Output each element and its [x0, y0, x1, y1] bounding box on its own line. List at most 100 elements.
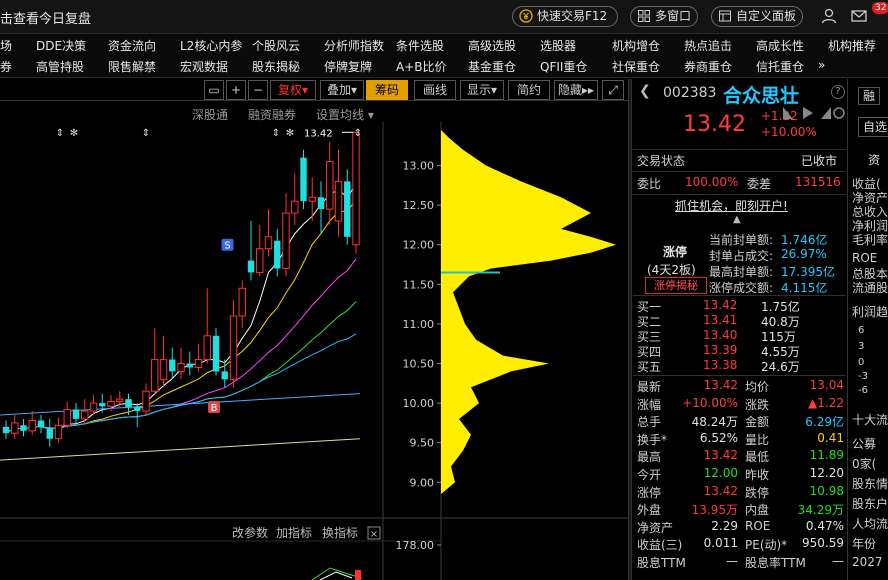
zoom-in-button[interactable]: +: [226, 80, 246, 100]
menu-item[interactable]: 热点追击: [684, 37, 732, 54]
candle-body: [20, 425, 27, 431]
arrow-tools-icon[interactable]: [781, 105, 845, 121]
stat-value: 13.42: [703, 378, 738, 392]
review-link[interactable]: 击查看今日复盘: [0, 8, 91, 27]
menu-item[interactable]: 选股器: [540, 37, 576, 54]
seal-label: 涨停成交额:: [709, 281, 774, 295]
panel-arrow-icon[interactable]: ❮: [639, 83, 651, 99]
event-marker-icon: ⇕: [272, 128, 280, 139]
stat-value: —: [726, 554, 738, 568]
user-icon[interactable]: [820, 7, 838, 25]
menu-item[interactable]: 券: [0, 58, 12, 75]
stats-row: 净资产 2.29 ROE 0.47%: [633, 518, 846, 536]
collapse-button[interactable]: ▭: [204, 80, 224, 100]
margin-tab[interactable]: 融: [858, 87, 880, 105]
volume-profile: [441, 129, 616, 495]
candle-body: [116, 398, 124, 403]
menu-item[interactable]: 高管持股: [36, 58, 84, 75]
menu-item[interactable]: 机构增仓: [612, 37, 660, 54]
candle-body: [326, 161, 334, 210]
stat-label: 股息TTM: [637, 556, 686, 570]
candle-body: [352, 131, 360, 246]
fundamentals-label: 股东情: [852, 477, 888, 491]
switch-indicator-button[interactable]: 换指标: [322, 525, 358, 540]
add-indicator-button[interactable]: 加指标: [276, 525, 312, 540]
set-ma-dropdown[interactable]: 设置均线 ▾: [316, 106, 374, 123]
menu-item[interactable]: DDE决策: [36, 37, 86, 54]
overlay-label: 叠加: [326, 83, 351, 97]
collapse-caret-icon[interactable]: ▲: [733, 214, 741, 225]
price-tick-label: 9.00: [410, 476, 435, 489]
menu-item[interactable]: L2核心内参: [180, 37, 242, 54]
menu-item[interactable]: 社保重仓: [612, 58, 660, 75]
seal-value: 26.97%: [781, 247, 827, 261]
draw-button[interactable]: 画线: [414, 80, 456, 100]
fundamentals-label: 股东户: [852, 497, 888, 511]
chip-distribution: [441, 129, 616, 495]
menu-item[interactable]: 基金重仓: [468, 58, 516, 75]
multi-window-button[interactable]: 多窗口: [630, 6, 698, 27]
candle-body: [169, 359, 176, 372]
mail-icon[interactable]: [850, 7, 868, 25]
menu-item[interactable]: 限售解禁: [108, 58, 156, 75]
menu-item[interactable]: 高成长性: [756, 37, 804, 54]
sh-sz-connect-link[interactable]: 深股通: [192, 106, 228, 123]
stock-name[interactable]: 合众思壮: [723, 81, 799, 108]
candle-body: [134, 407, 141, 412]
menu-item[interactable]: 高级选股: [468, 37, 516, 54]
expand-icon[interactable]: ⤢: [602, 80, 624, 100]
bid-price: 13.38: [703, 358, 738, 372]
custom-panel-button[interactable]: 自定义面板: [711, 6, 803, 27]
margin-link[interactable]: 融资融券: [248, 106, 296, 123]
candle-body: [238, 287, 246, 317]
weibi-label: 委比: [637, 177, 662, 191]
promo-link[interactable]: 抓住机会，即刻开户!: [675, 197, 788, 214]
display-dropdown[interactable]: 显示▾: [460, 80, 504, 100]
fundamentals-label: -3: [858, 371, 868, 382]
display-label: 显示: [466, 83, 491, 97]
brief-button[interactable]: 简约: [508, 80, 550, 100]
candle-body: [142, 390, 150, 412]
panel-divider[interactable]: [628, 79, 632, 580]
promo-row[interactable]: 抓住机会，即刻开户!: [633, 196, 846, 214]
event-marker-icon: ⇕: [56, 128, 64, 139]
candle-body: [72, 409, 80, 419]
menu-item[interactable]: 资金流向: [108, 37, 156, 54]
menu-item[interactable]: 机构推荐: [828, 37, 876, 54]
price-tick-label: 13.00: [403, 160, 435, 173]
stats-row: 换手* 6.52% 量比 0.41: [633, 430, 846, 448]
chips-button[interactable]: 筹码: [366, 80, 408, 100]
watchlist-select[interactable]: 自选: [858, 117, 888, 137]
bid-price: 13.40: [703, 328, 738, 342]
stat-label: 金额: [745, 415, 770, 430]
menu-item[interactable]: 个股风云: [252, 37, 300, 54]
menu-item[interactable]: 场: [0, 37, 12, 54]
fundamentals-label: 3: [858, 341, 865, 352]
seal-value: 4.115亿: [781, 281, 828, 295]
stats-row: 收益(三) 0.011 PE(动)* 950.59: [633, 535, 846, 553]
menu-item[interactable]: 条件选股: [396, 37, 444, 54]
menu-item[interactable]: 分析师指数: [324, 37, 384, 54]
kline-chart[interactable]: 9.00 9.50 10.00 10.50 11.00 11.50 12.00 12.50 13…: [0, 122, 628, 580]
menu-item[interactable]: 停牌复牌: [324, 58, 372, 75]
bid-row[interactable]: 买五 13.38 24.6万: [633, 357, 846, 375]
quick-trade-button[interactable]: 快速交易F12: [512, 6, 618, 27]
fund-tab[interactable]: 资: [868, 151, 880, 168]
hide-button[interactable]: 隐藏▸▸: [554, 80, 598, 100]
overlay-dropdown[interactable]: 叠加▾: [320, 80, 364, 100]
ma-line: [0, 438, 361, 461]
more-menu-button[interactable]: »: [818, 58, 825, 72]
change-params-button[interactable]: 改参数: [232, 525, 268, 540]
menu-item[interactable]: QFII重仓: [540, 58, 587, 75]
menu-item[interactable]: 券商重仓: [684, 58, 732, 75]
menu-item[interactable]: 信托重仓: [756, 58, 804, 75]
price-change-pct: +10.00%: [761, 125, 817, 139]
zoom-out-button[interactable]: −: [248, 80, 268, 100]
candle-body: [203, 335, 211, 361]
help-icon[interactable]: ?: [831, 85, 845, 99]
restore-dropdown[interactable]: 复权▾: [270, 80, 316, 100]
menu-item[interactable]: 宏观数据: [180, 58, 228, 75]
candle-body: [28, 420, 36, 432]
menu-item[interactable]: 股东揭秘: [252, 58, 300, 75]
menu-item[interactable]: A+B比价: [396, 58, 447, 75]
